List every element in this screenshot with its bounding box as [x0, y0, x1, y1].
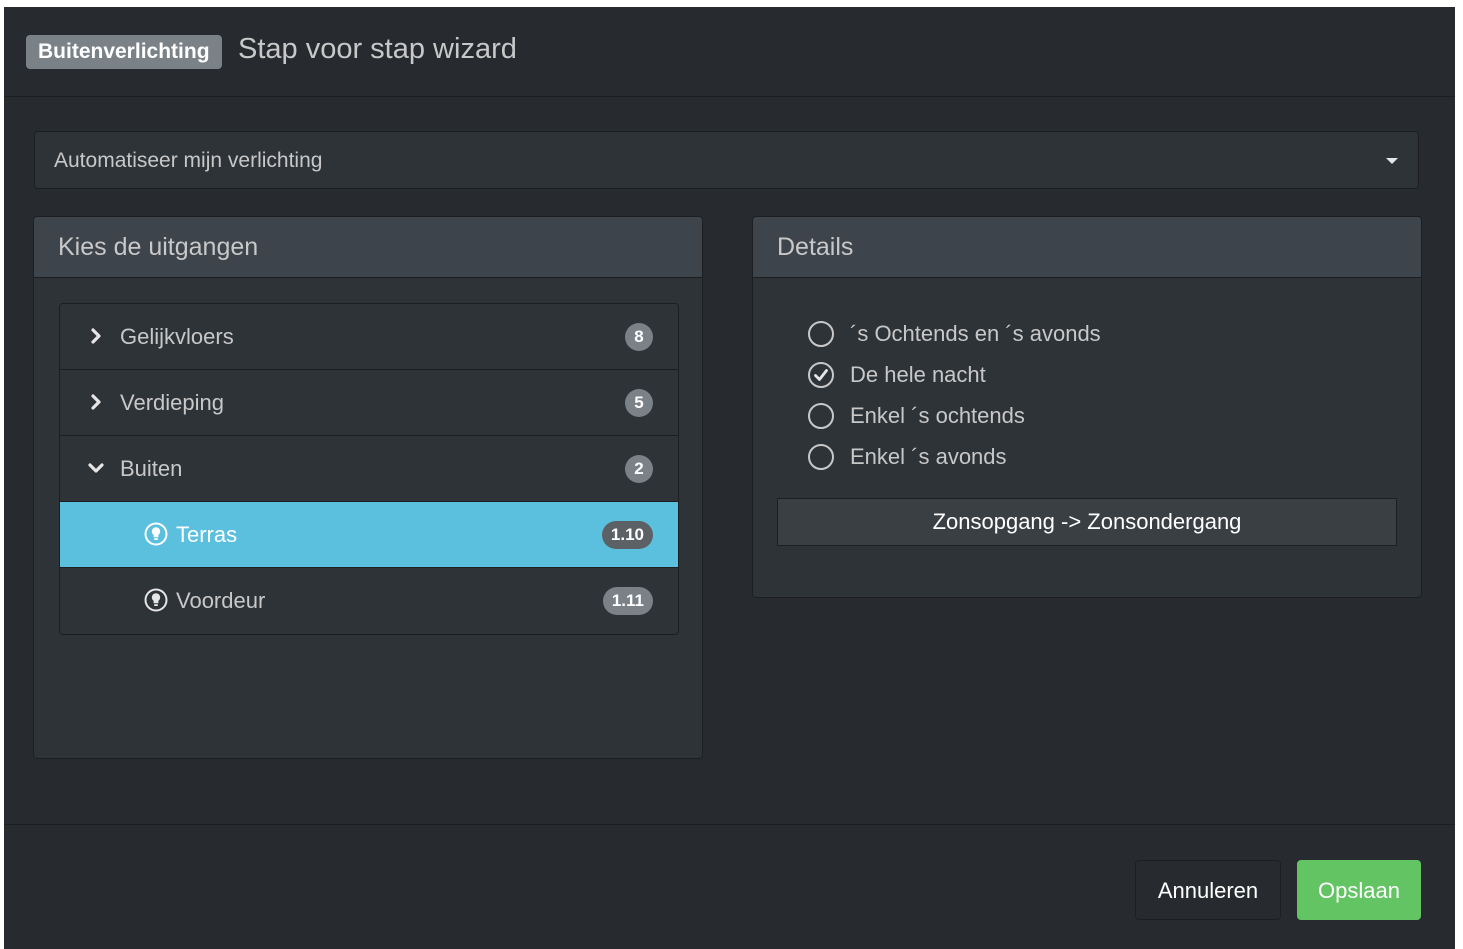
- tree-group-buiten[interactable]: Buiten 2: [60, 436, 678, 502]
- chevron-right-icon: [91, 328, 101, 344]
- radio-label: De hele nacht: [850, 362, 986, 387]
- details-panel: Details ´s Ochtends en ´s avonds De hele…: [752, 216, 1422, 598]
- cancel-button[interactable]: Annuleren: [1135, 860, 1281, 920]
- tree-group-verdieping[interactable]: Verdieping 5: [60, 370, 678, 436]
- chevron-down-icon: [88, 463, 104, 473]
- automation-select-value: Automatiseer mijn verlichting: [54, 149, 323, 172]
- modal-header: Buitenverlichting Stap voor stap wizard: [4, 7, 1455, 97]
- tree-group-label: Gelijkvloers: [120, 324, 234, 349]
- wizard-modal: Buitenverlichting Stap voor stap wizard …: [4, 7, 1455, 949]
- tree-item-label: Voordeur: [176, 588, 266, 613]
- count-badge: 5: [625, 389, 653, 417]
- id-badge: 1.10: [601, 521, 653, 549]
- outputs-tree: Gelijkvloers 8 Verdieping 5 Buiten 2 Ter…: [59, 303, 679, 635]
- page-title: Stap voor stap wizard: [238, 33, 517, 65]
- radio-label: Enkel ´s avonds: [850, 444, 1007, 469]
- radio-label: ´s Ochtends en ´s avonds: [850, 321, 1101, 346]
- checkmark-icon: [814, 369, 828, 381]
- tree-group-label: Verdieping: [120, 390, 224, 415]
- details-panel-heading: Details: [753, 217, 1421, 278]
- outputs-panel-heading: Kies de uitgangen: [34, 217, 702, 278]
- radio-unchecked-icon[interactable]: [808, 444, 834, 470]
- tree-group-label: Buiten: [120, 456, 183, 481]
- tree-item-voordeur[interactable]: Voordeur 1.11: [60, 568, 678, 634]
- tree-group-gelijkvloers[interactable]: Gelijkvloers 8: [60, 304, 678, 370]
- count-badge: 2: [625, 455, 653, 483]
- tree-item-terras[interactable]: Terras 1.10: [60, 502, 678, 568]
- header-label: Buitenverlichting: [26, 35, 222, 69]
- lightbulb-icon: [144, 522, 168, 546]
- automation-select[interactable]: Automatiseer mijn verlichting: [34, 131, 1419, 189]
- caret-down-icon: [1386, 158, 1398, 164]
- save-button[interactable]: Opslaan: [1297, 860, 1421, 920]
- modal-footer: Annuleren Opslaan: [4, 824, 1455, 949]
- id-badge: 1.11: [602, 587, 653, 615]
- radio-label: Enkel ´s ochtends: [850, 403, 1025, 428]
- sun-range-bar[interactable]: Zonsopgang -> Zonsondergang: [777, 498, 1397, 546]
- lightbulb-icon: [144, 588, 168, 612]
- outputs-panel: Kies de uitgangen Gelijkvloers 8 Verdiep…: [33, 216, 703, 759]
- count-badge: 8: [625, 323, 653, 351]
- radio-checked-icon[interactable]: [808, 362, 834, 388]
- chevron-right-icon: [91, 394, 101, 410]
- tree-item-label: Terras: [176, 522, 238, 547]
- radio-unchecked-icon[interactable]: [808, 403, 834, 429]
- radio-unchecked-icon[interactable]: [808, 321, 834, 347]
